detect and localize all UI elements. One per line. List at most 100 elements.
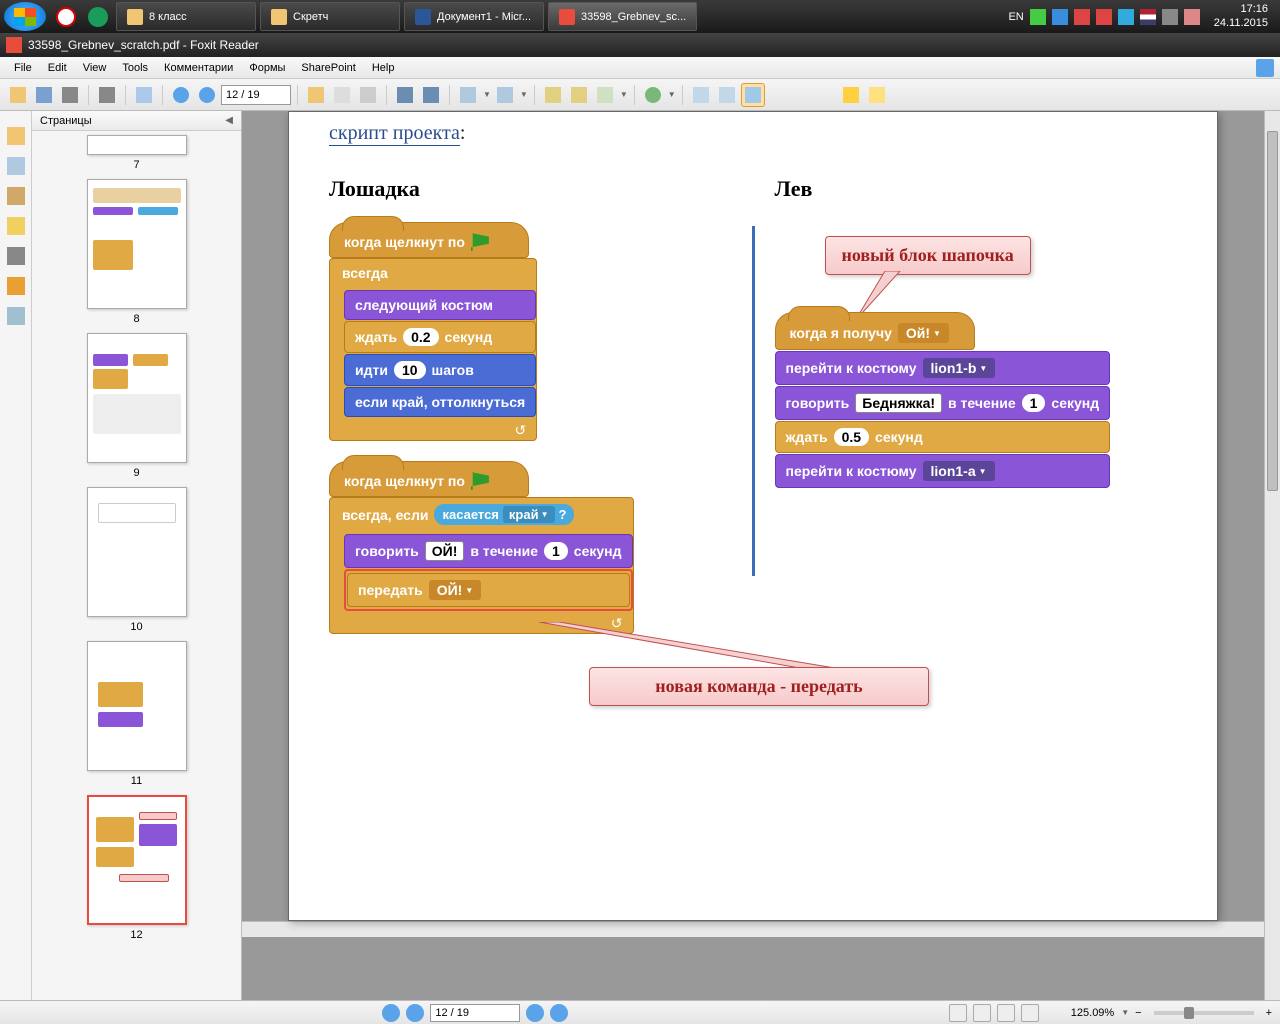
chevron-down-icon[interactable]: ▼ (668, 90, 676, 99)
prev-page-button[interactable] (406, 1004, 424, 1022)
print-button[interactable] (58, 83, 82, 107)
page-input[interactable] (221, 85, 291, 105)
col-title: Лев (775, 176, 1178, 202)
zoom-in-button[interactable] (493, 83, 517, 107)
clock[interactable]: 17:1624.11.2015 (1206, 3, 1276, 29)
chevron-down-icon[interactable]: ▼ (520, 90, 528, 99)
prev-page-button[interactable] (169, 83, 193, 107)
chevron-down-icon[interactable]: ▼ (483, 90, 491, 99)
shield-icon[interactable] (1074, 9, 1090, 25)
signatures-icon[interactable] (7, 307, 25, 325)
next-page-button[interactable] (195, 83, 219, 107)
menu-edit[interactable]: Edit (40, 59, 75, 77)
windows-taskbar: 8 класс Скретч Документ1 - Micr... 33598… (0, 0, 1280, 33)
thumb-12[interactable]: 12 (40, 795, 233, 941)
flag-icon (471, 233, 489, 251)
layers-icon[interactable] (7, 187, 25, 205)
chevron-down-icon[interactable]: ▼ (620, 90, 628, 99)
zoom-out-button[interactable] (456, 83, 480, 107)
flag-icon[interactable] (1140, 9, 1156, 25)
attachments-icon[interactable] (7, 247, 25, 265)
bookmarks-icon[interactable] (7, 157, 25, 175)
window-title: 33598_Grebnev_scratch.pdf - Foxit Reader (28, 38, 259, 52)
highlight-button[interactable] (839, 83, 863, 107)
chevron-down-icon[interactable]: ▼ (1121, 1008, 1129, 1017)
menu-sharepoint[interactable]: SharePoint (293, 59, 363, 77)
menu-help[interactable]: Help (364, 59, 403, 77)
tray-icon[interactable] (1030, 9, 1046, 25)
page-button[interactable] (593, 83, 617, 107)
yandex-icon[interactable] (50, 2, 82, 31)
find-button[interactable] (419, 83, 443, 107)
fit-page-button[interactable] (741, 83, 765, 107)
foxit-reader-window: 33598_Grebnev_scratch.pdf - Foxit Reader… (0, 33, 1280, 1024)
taskbar-item-1[interactable]: 8 класс (116, 2, 256, 31)
pointer-button[interactable] (356, 83, 380, 107)
comments-icon[interactable] (7, 217, 25, 235)
select-text-button[interactable] (330, 83, 354, 107)
horizontal-scrollbar[interactable] (242, 921, 1264, 937)
next-page-button[interactable] (526, 1004, 544, 1022)
last-page-button[interactable] (550, 1004, 568, 1022)
statusbar: 125.09% ▼ − + (0, 1000, 1280, 1024)
taskbar-item-3[interactable]: Документ1 - Micr... (404, 2, 544, 31)
tray-icon[interactable] (1184, 9, 1200, 25)
fit-button[interactable] (689, 83, 713, 107)
wait-block: ждать0.5секунд (775, 421, 1111, 453)
security-icon[interactable] (7, 277, 25, 295)
menu-forms[interactable]: Формы (241, 59, 293, 77)
zoom-out-icon[interactable]: − (1135, 1007, 1141, 1019)
thumb-11[interactable]: 11 (40, 641, 233, 787)
slider-handle[interactable] (1184, 1007, 1194, 1019)
sidebar-header: Страницы ◀ (32, 111, 241, 131)
thumb-7[interactable]: 7 (40, 135, 233, 171)
menu-tools[interactable]: Tools (114, 59, 156, 77)
rotate-right-button[interactable] (567, 83, 591, 107)
document-viewport[interactable]: скрипт проекта: Лошадка когда щелкнут по… (242, 111, 1264, 1000)
pdf-icon (559, 9, 575, 25)
collapse-icon[interactable]: ◀ (225, 115, 233, 126)
volume-icon[interactable] (1096, 9, 1112, 25)
scroll-thumb[interactable] (1267, 131, 1278, 491)
start-button[interactable] (4, 2, 46, 31)
first-page-button[interactable] (382, 1004, 400, 1022)
open-button[interactable] (6, 83, 30, 107)
thumb-8[interactable]: 8 (40, 179, 233, 325)
menu-file[interactable]: File (6, 59, 40, 77)
layout-button[interactable] (132, 83, 156, 107)
pages-panel-icon[interactable] (7, 127, 25, 145)
view-continuous-button[interactable] (973, 1004, 991, 1022)
thumb-9[interactable]: 9 (40, 333, 233, 479)
page-input[interactable] (430, 1004, 520, 1022)
thumb-10[interactable]: 10 (40, 487, 233, 633)
hand-tool-button[interactable] (304, 83, 328, 107)
search-button[interactable] (393, 83, 417, 107)
tray-icon[interactable] (1118, 9, 1134, 25)
fit-width-button[interactable] (715, 83, 739, 107)
rotate-left-button[interactable] (541, 83, 565, 107)
scratch-script-2: когда щелкнут по всегда, есликасаетсякра… (329, 461, 732, 634)
lang-indicator[interactable]: EN (1008, 11, 1023, 23)
zoom-in-icon[interactable]: + (1266, 1007, 1272, 1019)
vertical-scrollbar[interactable] (1264, 111, 1280, 1000)
media-icon[interactable] (82, 2, 114, 31)
broadcast-block: передатьОЙ!▼ (347, 573, 630, 607)
menu-comments[interactable]: Комментарии (156, 59, 241, 77)
note-button[interactable] (865, 83, 889, 107)
task-label: 33598_Grebnev_sc... (581, 11, 686, 23)
view-single-button[interactable] (949, 1004, 967, 1022)
view-facing-button[interactable] (997, 1004, 1015, 1022)
tray-icon[interactable] (1052, 9, 1068, 25)
zoom-slider[interactable] (1154, 1011, 1254, 1015)
taskbar-item-2[interactable]: Скретч (260, 2, 400, 31)
speaker-icon[interactable] (1162, 9, 1178, 25)
menu-view[interactable]: View (75, 59, 115, 77)
wait-block: ждать0.2секунд (344, 321, 536, 353)
view-facing-cont-button[interactable] (1021, 1004, 1039, 1022)
thumbnails-list[interactable]: 7 8 9 10 11 12 (32, 131, 241, 1000)
save-button[interactable] (32, 83, 56, 107)
taskbar-item-4[interactable]: 33598_Grebnev_sc... (548, 2, 697, 31)
rotate-button[interactable] (641, 83, 665, 107)
maximize-icon[interactable] (1256, 59, 1274, 77)
print2-button[interactable] (95, 83, 119, 107)
